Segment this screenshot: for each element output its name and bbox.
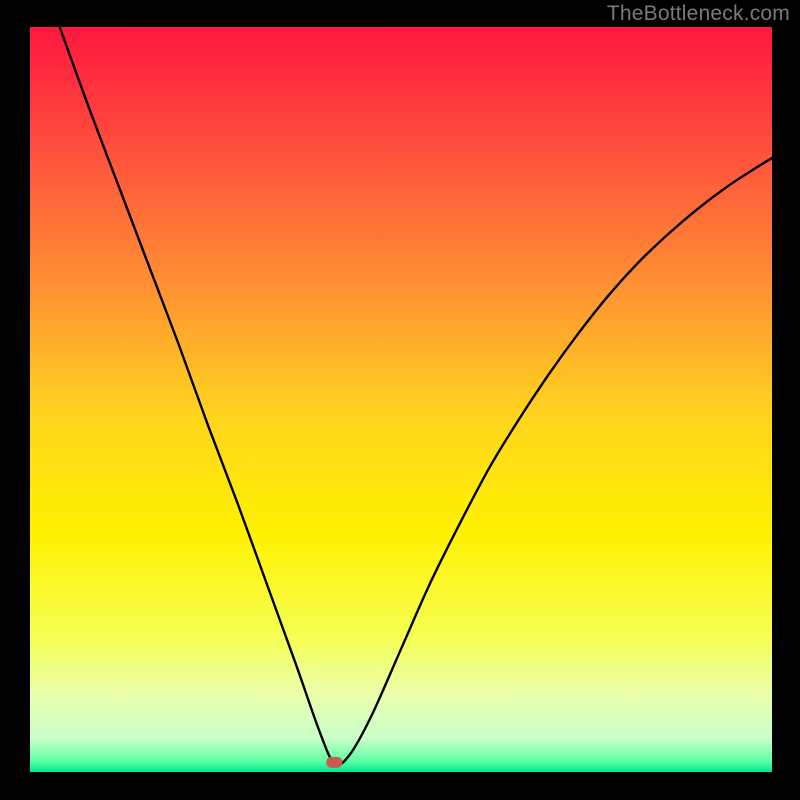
- optimal-point-marker: [326, 757, 342, 768]
- bottleneck-chart: [0, 0, 800, 800]
- plot-background-gradient: [30, 27, 772, 772]
- watermark-text: TheBottleneck.com: [607, 2, 790, 26]
- chart-container: TheBottleneck.com: [0, 0, 800, 800]
